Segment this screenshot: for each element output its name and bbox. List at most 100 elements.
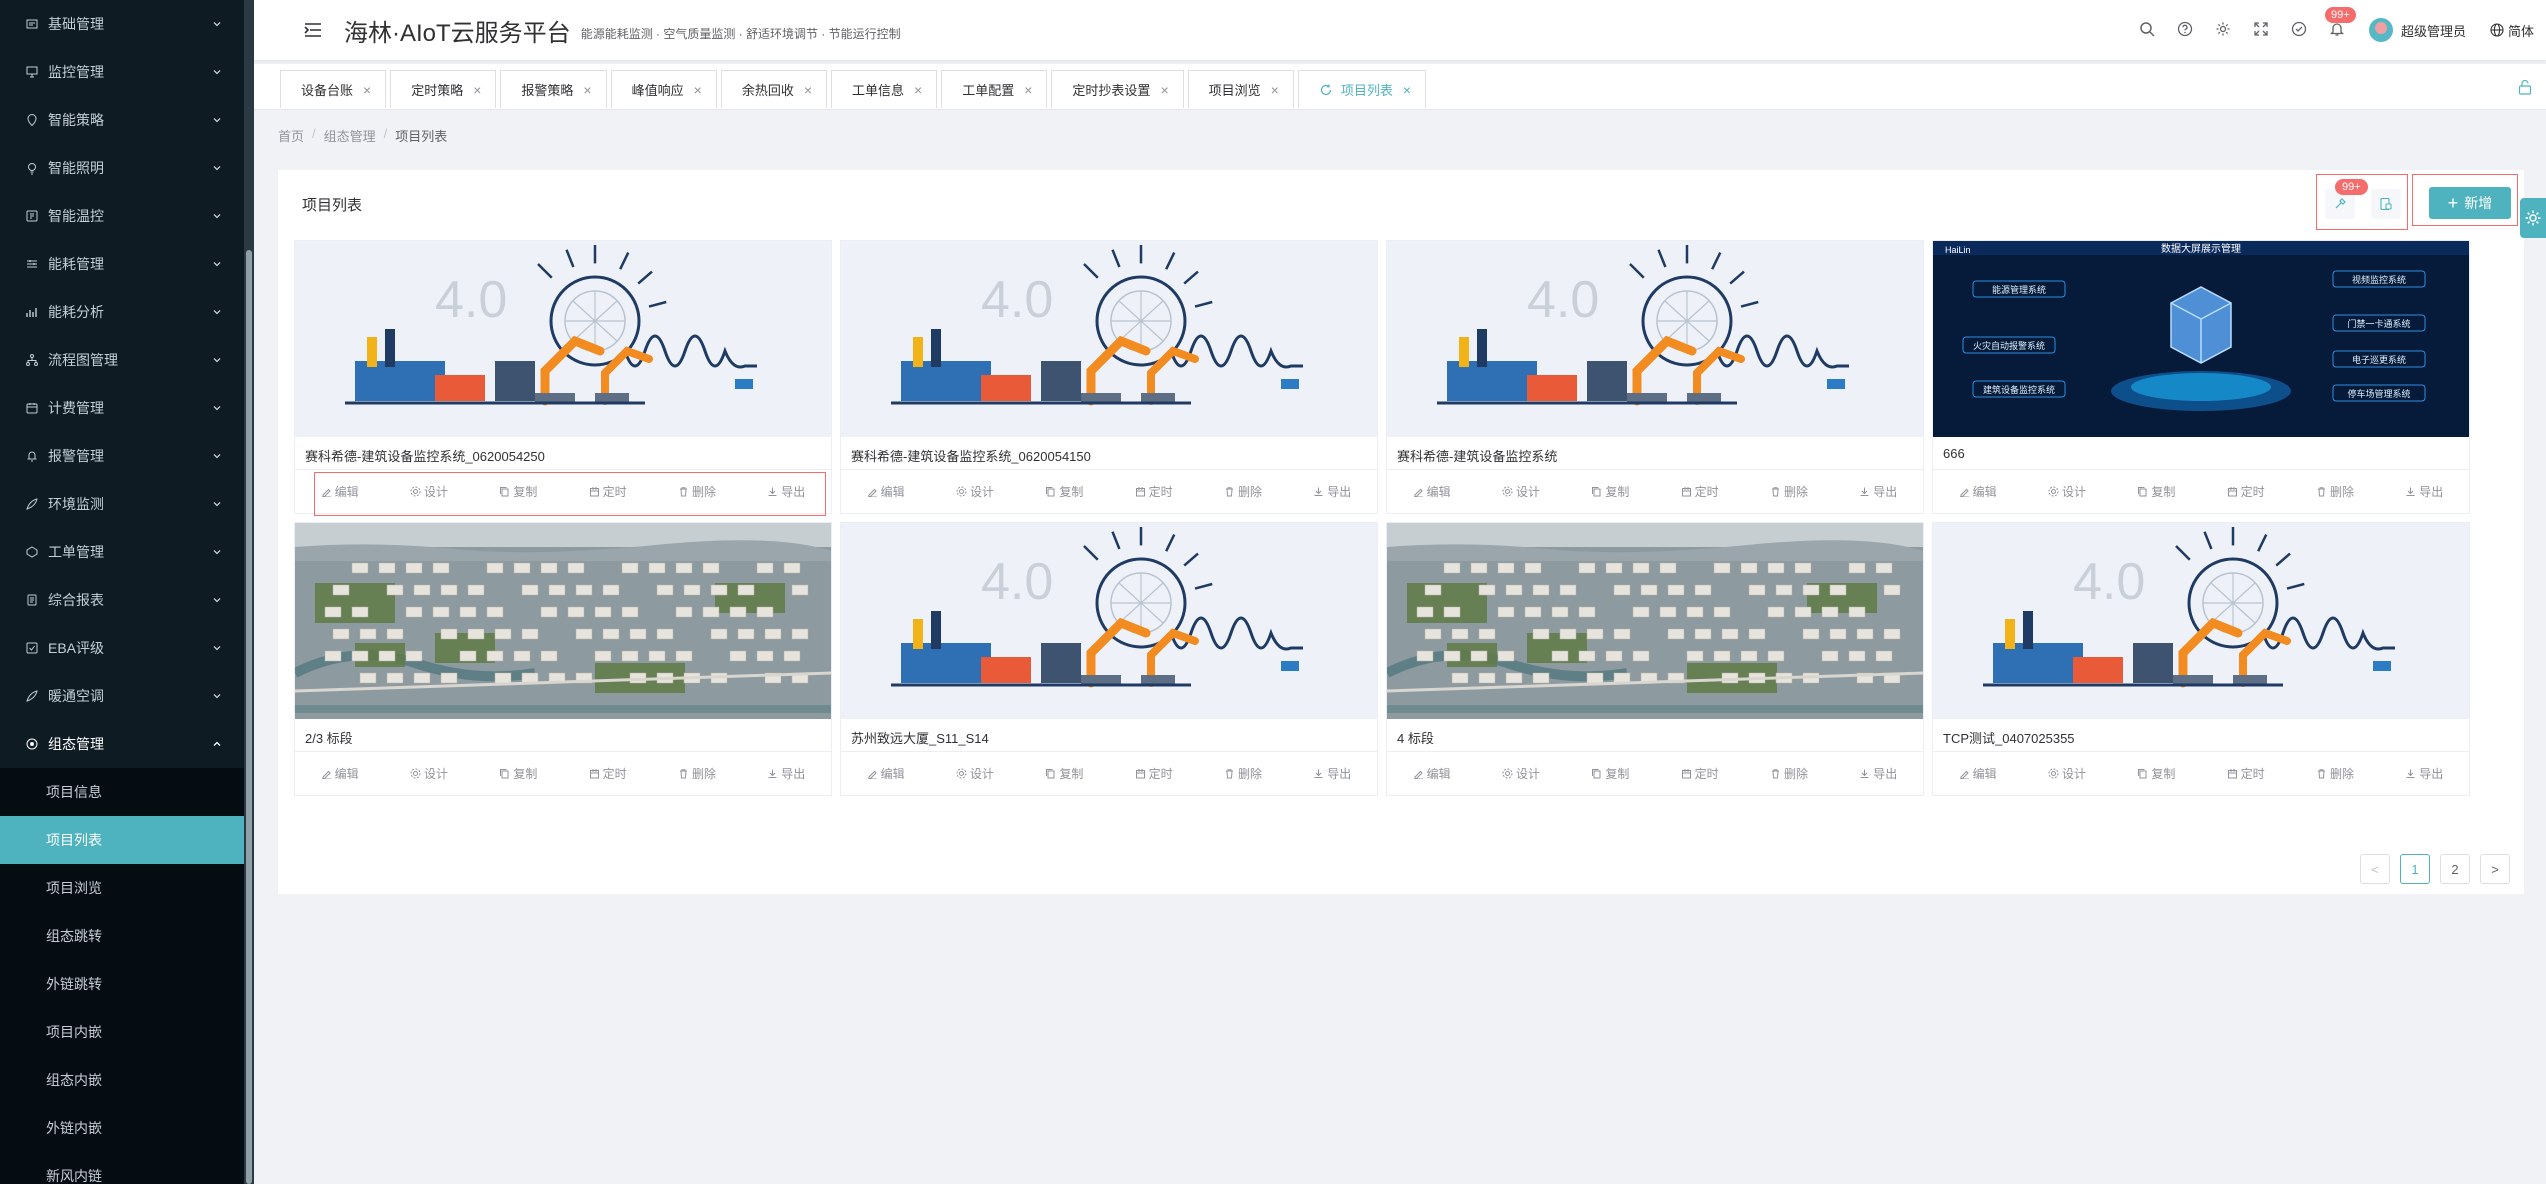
- delete-button[interactable]: 删除: [2290, 765, 2379, 782]
- sidebar-subitem[interactable]: 新风内链: [0, 1152, 244, 1184]
- breadcrumb-home[interactable]: 首页: [278, 126, 304, 145]
- schedule-button[interactable]: 定时: [2201, 483, 2290, 500]
- close-icon[interactable]: ×: [473, 82, 481, 98]
- search-icon[interactable]: [2139, 21, 2157, 39]
- export-button[interactable]: 导出: [742, 765, 831, 782]
- sidebar-item[interactable]: EBA评级: [0, 624, 244, 672]
- export-button[interactable]: 导出: [2380, 483, 2469, 500]
- sidebar-scrollbar[interactable]: [244, 0, 254, 1184]
- sidebar-item[interactable]: 环境监测: [0, 480, 244, 528]
- sidebar-item[interactable]: 基础管理: [0, 0, 244, 48]
- edit-button[interactable]: 编辑: [841, 483, 930, 500]
- project-card[interactable]: 4 标段 编辑 设计 复制 定时 删除 导出: [1386, 522, 1924, 796]
- close-icon[interactable]: ×: [1160, 82, 1168, 98]
- project-thumbnail[interactable]: 4.0: [1933, 523, 2469, 719]
- design-button[interactable]: 设计: [930, 483, 1019, 500]
- sidebar-item[interactable]: 监控管理: [0, 48, 244, 96]
- project-thumbnail[interactable]: 4.0: [295, 241, 831, 437]
- project-thumbnail[interactable]: [1387, 523, 1923, 719]
- sidebar-item[interactable]: 智能照明: [0, 144, 244, 192]
- project-thumbnail[interactable]: 4.0: [1387, 241, 1923, 437]
- project-thumbnail[interactable]: 4.0: [841, 241, 1377, 437]
- project-card[interactable]: 4.0 TCP测试_0407025355 编辑 设计 复制 定时 删除 导出: [1932, 522, 2470, 796]
- design-button[interactable]: 设计: [930, 765, 1019, 782]
- bell-icon[interactable]: 99+: [2324, 7, 2356, 39]
- project-card[interactable]: 4.0 苏州致远大厦_S11_S14 编辑 设计 复制 定时 删除 导出: [840, 522, 1378, 796]
- delete-button[interactable]: 删除: [1198, 483, 1287, 500]
- delete-button[interactable]: 删除: [2290, 483, 2379, 500]
- refresh-icon[interactable]: [1319, 83, 1333, 97]
- close-icon[interactable]: ×: [583, 82, 591, 98]
- copy-button[interactable]: 复制: [2112, 483, 2201, 500]
- sidebar-item[interactable]: 工单管理: [0, 528, 244, 576]
- delete-button[interactable]: 删除: [652, 765, 741, 782]
- close-icon[interactable]: ×: [804, 82, 812, 98]
- copy-button[interactable]: 复制: [1020, 483, 1109, 500]
- sidebar-item[interactable]: 能耗分析: [0, 288, 244, 336]
- project-card[interactable]: HaiLin 数据大屏展示管理 能源管理系统 火灾自动报警系统 建筑设备监控系统 视频监控…: [1932, 240, 2470, 514]
- schedule-button[interactable]: 定时: [1655, 483, 1744, 500]
- project-card[interactable]: 4.0 赛科希德-建筑设备监控系统_0620054150 编辑 设计 复制 定时 删除 导出: [840, 240, 1378, 514]
- schedule-button[interactable]: 定时: [1109, 765, 1198, 782]
- sidebar-item[interactable]: 能耗管理: [0, 240, 244, 288]
- sidebar-subitem[interactable]: 组态跳转: [0, 912, 244, 960]
- language-switch[interactable]: 简体: [2490, 21, 2534, 40]
- schedule-button[interactable]: 定时: [1655, 765, 1744, 782]
- page-number-button[interactable]: 2: [2440, 854, 2470, 884]
- project-thumbnail[interactable]: 4.0: [841, 523, 1377, 719]
- sidebar-subitem[interactable]: 项目内嵌: [0, 1008, 244, 1056]
- schedule-button[interactable]: 定时: [563, 765, 652, 782]
- page-number-button[interactable]: 1: [2400, 854, 2430, 884]
- tab[interactable]: 峰值响应 ×: [610, 70, 717, 108]
- project-thumbnail[interactable]: [295, 523, 831, 719]
- tab[interactable]: 定时抄表设置 ×: [1051, 70, 1184, 108]
- export-button[interactable]: 导出: [2380, 765, 2469, 782]
- import-button[interactable]: [2371, 189, 2401, 219]
- prev-page-button[interactable]: <: [2360, 854, 2390, 884]
- copy-button[interactable]: 复制: [1020, 765, 1109, 782]
- sidebar-subitem[interactable]: 项目浏览: [0, 864, 244, 912]
- edit-button[interactable]: 编辑: [1933, 765, 2022, 782]
- design-button[interactable]: 设计: [2022, 765, 2111, 782]
- sidebar-subitem[interactable]: 外链跳转: [0, 960, 244, 1008]
- sidebar-item[interactable]: 智能策略: [0, 96, 244, 144]
- fullscreen-icon[interactable]: [2253, 21, 2271, 39]
- close-icon[interactable]: ×: [694, 82, 702, 98]
- sidebar-item[interactable]: 报警管理: [0, 432, 244, 480]
- close-icon[interactable]: ×: [363, 82, 371, 98]
- tab[interactable]: 项目浏览 ×: [1187, 70, 1294, 108]
- sidebar-item[interactable]: 暖通空调: [0, 672, 244, 720]
- sidebar-item[interactable]: 计费管理: [0, 384, 244, 432]
- close-icon[interactable]: ×: [1271, 82, 1279, 98]
- avatar[interactable]: [2368, 18, 2393, 42]
- copy-button[interactable]: 复制: [2112, 765, 2201, 782]
- breadcrumb-parent[interactable]: 组态管理: [324, 126, 376, 145]
- edit-button[interactable]: 编辑: [295, 765, 384, 782]
- sidebar-subitem[interactable]: 项目信息: [0, 768, 244, 816]
- tab[interactable]: 工单信息 ×: [831, 70, 938, 108]
- project-card[interactable]: 2/3 标段 编辑 设计 复制 定时 删除 导出: [294, 522, 832, 796]
- tab[interactable]: 项目列表 ×: [1297, 70, 1427, 108]
- edit-button[interactable]: 编辑: [295, 483, 384, 500]
- sidebar-item[interactable]: 综合报表: [0, 576, 244, 624]
- sidebar-subitem[interactable]: 外链内嵌: [0, 1104, 244, 1152]
- copy-button[interactable]: 复制: [474, 765, 563, 782]
- delete-button[interactable]: 删除: [652, 483, 741, 500]
- copy-button[interactable]: 复制: [1566, 765, 1655, 782]
- design-button[interactable]: 设计: [1476, 483, 1565, 500]
- sidebar-subitem[interactable]: 组态内嵌: [0, 1056, 244, 1104]
- theme-icon[interactable]: [2291, 21, 2309, 39]
- sidebar-subitem[interactable]: 项目列表: [0, 816, 244, 864]
- tab[interactable]: 设备台账 ×: [280, 70, 387, 108]
- design-button[interactable]: 设计: [384, 765, 473, 782]
- settings-gear-icon[interactable]: [2215, 21, 2233, 39]
- tab[interactable]: 余热回收 ×: [720, 70, 828, 108]
- close-icon[interactable]: ×: [1403, 82, 1411, 98]
- schedule-button[interactable]: 定时: [1109, 483, 1198, 500]
- edit-button[interactable]: 编辑: [1387, 483, 1476, 500]
- schedule-button[interactable]: 定时: [2201, 765, 2290, 782]
- help-icon[interactable]: [2177, 21, 2195, 39]
- copy-button[interactable]: 复制: [474, 483, 563, 500]
- delete-button[interactable]: 删除: [1744, 483, 1833, 500]
- export-button[interactable]: 导出: [1288, 765, 1377, 782]
